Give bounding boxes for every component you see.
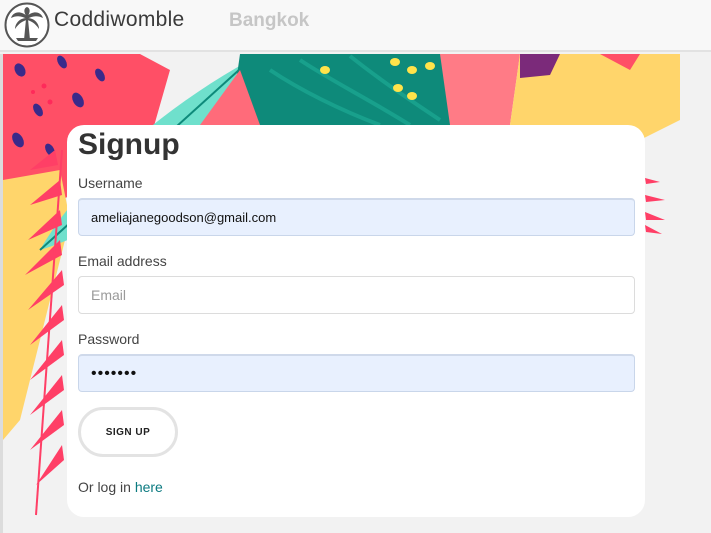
palm-tree-logo-icon[interactable] bbox=[4, 2, 50, 48]
username-input[interactable] bbox=[78, 198, 635, 236]
navbar: Coddiwomble Bangkok bbox=[0, 0, 711, 52]
email-input[interactable] bbox=[78, 276, 635, 314]
nav-link-city[interactable]: Bangkok bbox=[229, 10, 309, 32]
email-label: Email address bbox=[78, 253, 167, 269]
brand-name[interactable]: Coddiwomble bbox=[54, 8, 185, 32]
signup-button[interactable]: SIGN UP bbox=[78, 407, 178, 457]
signup-card bbox=[67, 125, 645, 517]
password-input[interactable] bbox=[78, 354, 635, 392]
login-link[interactable]: here bbox=[135, 479, 163, 495]
password-label: Password bbox=[78, 331, 140, 347]
login-prompt: Or log in here bbox=[78, 479, 163, 495]
page-title: Signup bbox=[78, 128, 180, 161]
login-prompt-text: Or log in bbox=[78, 479, 135, 495]
username-label: Username bbox=[78, 175, 143, 191]
